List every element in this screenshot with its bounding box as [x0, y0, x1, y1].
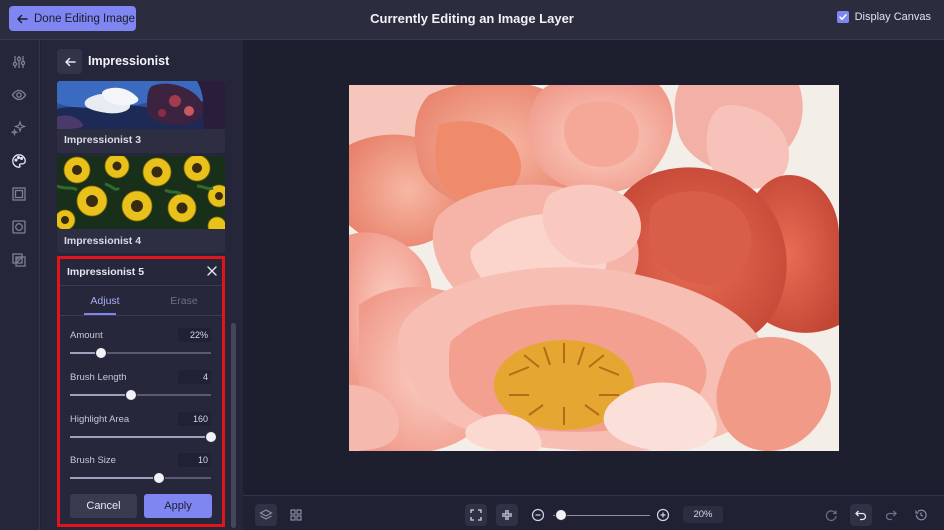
canvas-image[interactable]: [349, 85, 839, 451]
panel-back-button[interactable]: [57, 49, 82, 74]
tab-adjust[interactable]: Adjust: [70, 295, 140, 307]
tab-divider: [60, 315, 222, 316]
done-editing-button[interactable]: Done Editing Image: [9, 6, 136, 31]
slider-fill: [70, 477, 159, 479]
amount-label: Amount: [70, 330, 103, 341]
brush-size-label: Brush Size: [70, 455, 116, 466]
settings-header: Impressionist 5: [60, 259, 222, 286]
grid-button[interactable]: [285, 504, 307, 526]
cancel-button[interactable]: Cancel: [70, 494, 137, 518]
frame-icon[interactable]: [10, 185, 28, 203]
minus-circle-icon: [531, 508, 545, 522]
brush-size-slider[interactable]: [70, 472, 211, 484]
palette-icon[interactable]: [10, 152, 28, 170]
amount-value[interactable]: 22%: [178, 328, 211, 342]
highlight-area-label: Highlight Area: [70, 414, 130, 425]
thumbnail-label: Impressionist 4: [64, 235, 142, 247]
shrink-button[interactable]: [496, 504, 518, 526]
effect-thumbnail-impressionist-3[interactable]: Impressionist 3: [57, 81, 225, 153]
undo-icon: [855, 510, 867, 521]
panel-scrollbar[interactable]: [231, 323, 236, 528]
history-button[interactable]: [910, 504, 932, 526]
amount-slider[interactable]: [70, 347, 211, 359]
close-icon[interactable]: [206, 265, 218, 277]
slider-knob[interactable]: [95, 347, 108, 359]
panel-title: Impressionist: [88, 54, 170, 68]
brush-size-value[interactable]: 10: [178, 453, 211, 467]
done-editing-label: Done Editing Image: [34, 12, 136, 25]
arrow-left-icon: [64, 57, 76, 66]
zoom-out-button[interactable]: [527, 504, 549, 526]
overlay-icon[interactable]: [10, 251, 28, 269]
bottom-toolbar: 20%: [243, 495, 944, 530]
slider-knob[interactable]: [152, 472, 165, 484]
effect-settings-panel: Impressionist 5 Adjust Erase Amount 22% …: [57, 256, 225, 527]
tool-rail: [0, 40, 40, 530]
redo-icon: [885, 510, 897, 521]
collapse-icon: [502, 510, 512, 520]
plus-circle-icon: [656, 508, 670, 522]
effect-thumbnail-impressionist-4[interactable]: Impressionist 4: [57, 156, 225, 253]
thumbnail-image: [57, 81, 225, 129]
eye-icon[interactable]: [10, 86, 28, 104]
display-canvas-checkbox[interactable]: [836, 11, 849, 23]
top-bar: Done Editing Image Currently Editing an …: [0, 0, 944, 40]
highlight-area-value[interactable]: 160: [178, 412, 211, 426]
apply-button[interactable]: Apply: [144, 494, 212, 518]
thumbnail-image: [57, 156, 225, 229]
undo-button[interactable]: [850, 504, 872, 526]
zoom-value[interactable]: 20%: [683, 506, 723, 523]
page-title: Currently Editing an Image Layer: [370, 11, 574, 26]
layers-button[interactable]: [255, 504, 277, 526]
brush-length-label: Brush Length: [70, 372, 127, 383]
reset-button[interactable]: [820, 504, 842, 526]
arrow-left-icon: [17, 14, 28, 23]
refresh-icon: [825, 510, 837, 522]
slider-fill: [70, 436, 211, 438]
thumbnail-label: Impressionist 3: [64, 134, 142, 146]
active-tab-indicator: [84, 313, 116, 315]
settings-title: Impressionist 5: [67, 266, 145, 278]
fit-screen-button[interactable]: [465, 504, 487, 526]
zoom-in-button[interactable]: [652, 504, 674, 526]
expand-icon: [470, 509, 482, 521]
brush-length-slider[interactable]: [70, 389, 211, 401]
layers-icon: [259, 509, 273, 520]
brush-length-value[interactable]: 4: [178, 370, 211, 384]
display-canvas-label: Display Canvas: [854, 11, 931, 23]
display-canvas-toggle[interactable]: Display Canvas: [836, 11, 931, 23]
sliders-icon[interactable]: [10, 53, 28, 71]
checkmark-icon: [838, 14, 847, 20]
history-icon: [915, 509, 927, 521]
sparkle-icon[interactable]: [10, 119, 28, 137]
grid-icon: [290, 509, 302, 521]
border-icon[interactable]: [10, 218, 28, 236]
redo-button[interactable]: [880, 504, 902, 526]
zoom-slider-knob[interactable]: [555, 509, 567, 521]
zoom-slider[interactable]: [553, 515, 650, 516]
slider-fill: [70, 394, 131, 396]
slider-knob[interactable]: [205, 431, 217, 443]
tab-erase[interactable]: Erase: [149, 295, 219, 307]
highlight-area-slider[interactable]: [70, 431, 217, 443]
slider-knob[interactable]: [124, 389, 137, 401]
